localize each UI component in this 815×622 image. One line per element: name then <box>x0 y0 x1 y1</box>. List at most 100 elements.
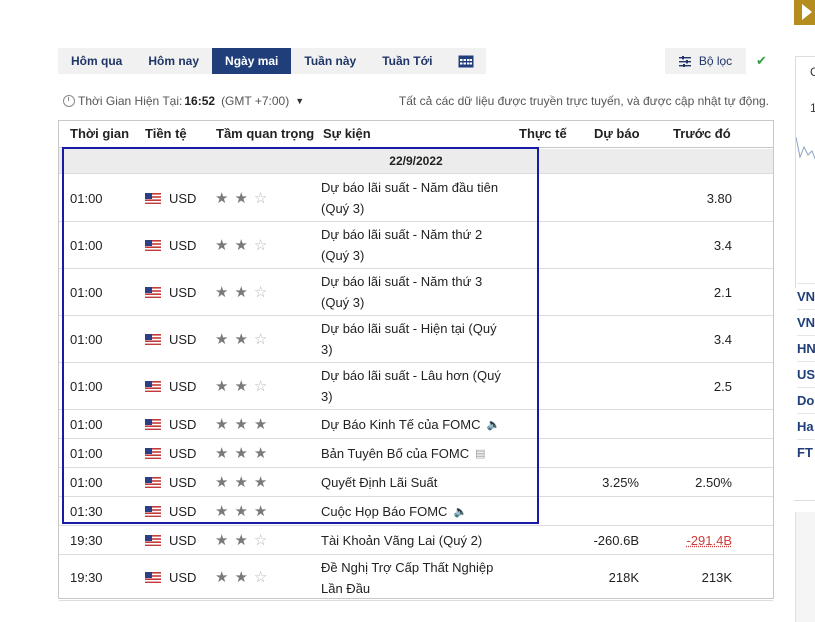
tab-next-week[interactable]: Tuần Tới <box>369 48 446 74</box>
sidebar-panel-letter: C <box>810 65 815 79</box>
importance-stars: ★ ★ ★ <box>215 473 273 491</box>
tab-tomorrow[interactable]: Ngày mai <box>212 48 292 74</box>
star-filled-icon: ★ <box>215 473 229 491</box>
table-row[interactable]: 01:00 USD ★ ★ ☆ Dự báo lãi suất - Năm thứ 3 (… <box>59 269 773 316</box>
importance-stars: ★ ★ ☆ <box>215 533 273 548</box>
previous-value: 3.4 <box>713 237 732 253</box>
event-name[interactable]: Đề Nghị Trợ Cấp Thất Nghiệp Lần Đầu <box>321 557 511 599</box>
event-name[interactable]: Dự Báo Kinh Tế của FOMC 🔈 <box>321 414 511 436</box>
event-name[interactable]: Dự báo lãi suất - Hiện tại (Quý 3) <box>321 318 511 360</box>
date-group-row: 22/9/2022 <box>59 149 773 174</box>
star-empty-icon: ☆ <box>253 569 268 586</box>
event-title[interactable]: Bản Tuyên Bố của FOMC <box>321 446 469 461</box>
event-name[interactable]: Bản Tuyên Bố của FOMC ▤ <box>321 443 511 465</box>
event-title[interactable]: Quyết Định Lãi Suất <box>321 475 437 490</box>
star-filled-icon: ★ <box>215 377 229 395</box>
star-filled-icon: ★ <box>215 283 229 301</box>
calendar-button[interactable] <box>445 48 486 74</box>
star-filled-icon: ★ <box>215 415 229 433</box>
speaker-icon: 🔈 <box>453 506 468 519</box>
sidebar-card[interactable] <box>795 512 815 622</box>
star-empty-icon: ☆ <box>253 236 268 254</box>
sidebar-news-item[interactable]: US <box>797 361 815 387</box>
event-time: 01:00 <box>70 190 103 206</box>
header-event: Sự kiện <box>323 126 371 141</box>
tab-today[interactable]: Hôm nay <box>135 48 213 74</box>
event-name[interactable]: Cuộc Họp Báo FOMC 🔈 <box>321 501 511 523</box>
event-name[interactable]: Dự báo lãi suất - Lâu hơn (Quý 3) <box>321 365 511 407</box>
play-icon[interactable] <box>794 0 815 25</box>
event-name[interactable]: Quyết Định Lãi Suất <box>321 472 511 493</box>
speaker-icon: 🔈 <box>486 419 501 432</box>
event-name[interactable]: Dự báo lãi suất - Năm thứ 3 (Quý 3) <box>321 271 511 313</box>
us-flag-icon <box>145 476 161 488</box>
previous-value: 2.50% <box>695 474 732 490</box>
us-flag-icon <box>145 333 161 345</box>
star-filled-icon: ★ <box>234 415 248 433</box>
table-row[interactable]: 19:30 USD ★ ★ ☆ Tài Khoản Vãng Lai (Quý 2) -26… <box>59 526 773 555</box>
event-name[interactable]: Tài Khoản Vãng Lai (Quý 2) <box>321 530 511 551</box>
sidebar-news-item[interactable]: FT <box>797 439 815 465</box>
sidebar-divider <box>794 500 815 501</box>
document-icon: ▤ <box>475 448 486 461</box>
sidebar-news-item[interactable]: VN <box>797 309 815 335</box>
economic-calendar-table: Thời gian Tiền tệ Tầm quan trọng Sự kiện… <box>58 120 774 601</box>
event-title[interactable]: Dự báo lãi suất - Hiện tại (Quý 3) <box>321 321 497 357</box>
event-title[interactable]: Đề Nghị Trợ Cấp Thất Nghiệp Lần Đầu <box>321 560 493 596</box>
us-flag-icon <box>145 418 161 430</box>
currency-code: USD <box>169 331 197 347</box>
event-title[interactable]: Cuộc Họp Báo FOMC <box>321 504 447 519</box>
event-name[interactable]: Dự báo lãi suất - Năm thứ 2 (Quý 3) <box>321 224 511 266</box>
date-range-tabs: Hôm qua Hôm nay Ngày mai Tuần này Tuần T… <box>58 48 486 74</box>
filter-button[interactable]: Bộ lọc <box>665 48 746 74</box>
table-row[interactable]: 19:30 USD ★ ★ ☆ Đề Nghị Trợ Cấp Thất Nghiệp L… <box>59 555 773 601</box>
forecast-value: 218K <box>608 570 639 585</box>
star-filled-icon: ★ <box>234 236 248 254</box>
event-title[interactable]: Dự báo lãi suất - Năm thứ 3 (Quý 3) <box>321 274 482 310</box>
event-title[interactable]: Dự báo lãi suất - Năm đầu tiên (Quý 3) <box>321 180 498 216</box>
star-filled-icon: ★ <box>253 502 268 520</box>
currency-cell: USD <box>145 533 196 548</box>
filter-sliders-icon <box>678 55 691 67</box>
tab-this-week[interactable]: Tuần này <box>291 48 370 74</box>
currency-cell: USD <box>145 475 196 490</box>
importance-stars: ★ ★ ★ <box>215 415 273 433</box>
table-row[interactable]: 01:00 USD ★ ★ ★ Bản Tuyên Bố của FOMC ▤ <box>59 439 773 468</box>
us-flag-icon <box>145 380 161 392</box>
table-row[interactable]: 01:00 USD ★ ★ ★ Dự Báo Kinh Tế của FOMC 🔈 <box>59 410 773 439</box>
currency-code: USD <box>169 503 197 519</box>
previous-value: -291.4B <box>686 532 732 548</box>
table-row[interactable]: 01:30 USD ★ ★ ★ Cuộc Họp Báo FOMC 🔈 <box>59 497 773 526</box>
event-time: 01:00 <box>70 237 103 253</box>
chevron-down-icon[interactable]: ▼ <box>295 96 304 106</box>
sidebar-news-item[interactable]: Ha <box>797 413 815 439</box>
star-empty-icon: ☆ <box>253 283 268 301</box>
header-currency: Tiền tệ <box>145 126 187 141</box>
sidebar-news-item[interactable]: HN <box>797 335 815 361</box>
sidebar-news-item[interactable]: Do <box>797 387 815 413</box>
table-row[interactable]: 01:00 USD ★ ★ ☆ Dự báo lãi suất - Năm đầu tiê… <box>59 175 773 222</box>
sidebar-news-item[interactable]: VN <box>797 283 815 309</box>
importance-stars: ★ ★ ★ <box>215 502 273 520</box>
importance-stars: ★ ★ ☆ <box>215 283 273 301</box>
event-title[interactable]: Dự báo lãi suất - Lâu hơn (Quý 3) <box>321 368 501 404</box>
star-filled-icon: ★ <box>253 444 268 462</box>
header-forecast: Dự báo <box>594 126 640 141</box>
event-title[interactable]: Dự Báo Kinh Tế của FOMC <box>321 417 480 432</box>
event-title[interactable]: Dự báo lãi suất - Năm thứ 2 (Quý 3) <box>321 227 482 263</box>
star-filled-icon: ★ <box>215 502 229 520</box>
event-title[interactable]: Tài Khoản Vãng Lai (Quý 2) <box>321 533 482 548</box>
table-row[interactable]: 01:00 USD ★ ★ ☆ Dự báo lãi suất - Năm thứ 2 (… <box>59 222 773 269</box>
event-time: 01:00 <box>70 445 103 461</box>
tab-yesterday[interactable]: Hôm qua <box>58 48 136 74</box>
table-row[interactable]: 01:00 USD ★ ★ ☆ Dự báo lãi suất - Lâu hơn (Qu… <box>59 363 773 410</box>
current-time: 16:52 <box>184 94 216 108</box>
current-time-bar: Thời Gian Hiện Tại: 16:52 (GMT +7:00) ▼ <box>63 94 304 108</box>
table-row[interactable]: 01:00 USD ★ ★ ☆ Dự báo lãi suất - Hiện tại (Q… <box>59 316 773 363</box>
timezone-select[interactable]: (GMT +7:00) <box>221 94 289 108</box>
event-name[interactable]: Dự báo lãi suất - Năm đầu tiên (Quý 3) <box>321 177 511 219</box>
table-row[interactable]: 01:00 USD ★ ★ ★ Quyết Định Lãi Suất 3.25% 2.50% <box>59 468 773 497</box>
header-importance: Tầm quan trọng <box>216 126 315 141</box>
star-filled-icon: ★ <box>215 189 229 207</box>
previous-value: 213K <box>701 570 732 585</box>
